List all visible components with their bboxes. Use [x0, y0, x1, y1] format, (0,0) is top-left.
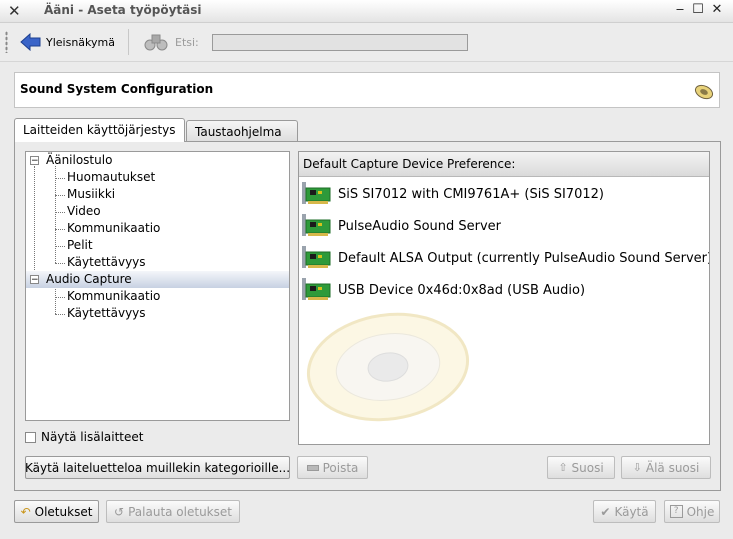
tree-guide-2: [55, 285, 56, 314]
tree-item-label: Musiikki: [67, 187, 116, 201]
tree-item-label: Pelit: [67, 238, 93, 252]
defaults-button-label: Oletukset: [34, 504, 93, 519]
device-label: SiS SI7012 with CMI9761A+ (SiS SI7012): [338, 186, 604, 202]
search-input[interactable]: [212, 34, 468, 51]
arrow-up-icon: ⇧: [558, 461, 568, 474]
apply-to-other-categories-label: Käytä laiteluetteloa muillekin kategorio…: [25, 460, 291, 475]
tree-branch: [55, 195, 65, 196]
show-advanced-checkbox-row[interactable]: Näytä lisälaitteet: [25, 430, 143, 444]
device-list[interactable]: Default Capture Device Preference: SiS S…: [298, 151, 710, 445]
device-row[interactable]: PulseAudio Sound Server: [301, 211, 501, 241]
tree-branch: [55, 297, 65, 298]
remove-button[interactable]: Poista: [297, 456, 368, 479]
device-label: USB Device 0x46d:0x8ad (USB Audio): [338, 282, 586, 298]
device-row[interactable]: USB Device 0x46d:0x8ad (USB Audio): [301, 275, 585, 305]
tree-item-audio-output[interactable]: − Äänilostulo: [30, 152, 113, 169]
speaker-icon: [694, 84, 714, 100]
remove-button-label: Poista: [322, 460, 359, 475]
search-label: Etsi:: [175, 36, 199, 49]
window-title: Ääni - Aseta työpöytäsi: [44, 3, 202, 17]
apply-to-other-categories-button[interactable]: Käytä laiteluetteloa muillekin kategorio…: [25, 456, 290, 479]
tree-branch: [55, 229, 65, 230]
close-button[interactable]: ✕: [709, 2, 725, 18]
tools-icon[interactable]: ✕: [8, 3, 21, 19]
tree-item-capture-accessibility[interactable]: Käytettävyys: [67, 305, 146, 322]
sound-card-icon: [302, 246, 331, 268]
remove-icon: [306, 464, 319, 471]
device-label: Default ALSA Output (currently PulseAudi…: [338, 250, 710, 266]
device-label: PulseAudio Sound Server: [338, 218, 502, 234]
defer-button-label: Älä suosi: [645, 460, 700, 475]
tree-branch: [55, 314, 65, 315]
overview-button[interactable]: Yleisnäkymä: [20, 31, 115, 53]
tree-item-communication[interactable]: Kommunikaatio: [67, 220, 160, 237]
tree-item-label: Äänilostulo: [46, 153, 113, 167]
binoculars-icon: [144, 32, 168, 52]
tree-item-label: Kommunikaatio: [67, 289, 161, 303]
tree-item-games[interactable]: Pelit: [67, 237, 93, 254]
defaults-button[interactable]: ↶ Oletukset: [14, 500, 99, 523]
toolbar-grip[interactable]: [5, 31, 8, 53]
category-tree[interactable]: − Äänilostulo Huomautukset Musiikki Vide…: [25, 151, 290, 421]
undo-icon: ↶: [20, 504, 31, 519]
tree-item-audio-capture[interactable]: − Audio Capture: [26, 271, 289, 288]
tree-item-label: Käytettävyys: [67, 306, 146, 320]
tree-branch: [55, 178, 65, 179]
arrow-down-icon: ⇩: [632, 461, 642, 474]
tree-guide-root: [34, 166, 35, 280]
tree-item-label: Video: [67, 204, 101, 218]
toolbar-separator: [128, 29, 129, 55]
module-title: Sound System Configuration: [20, 82, 214, 96]
tree-item-label: Audio Capture: [46, 272, 132, 286]
checkmark-icon: ✔: [600, 504, 611, 519]
tree-item-video[interactable]: Video: [67, 203, 101, 220]
tree-item-label: Käytettävyys: [67, 255, 146, 269]
minimize-button[interactable]: ‒: [672, 2, 688, 18]
help-button-label: Ohje: [686, 504, 715, 519]
tree-item-capture-communication[interactable]: Kommunikaatio: [67, 288, 160, 305]
prefer-button[interactable]: ⇧ Suosi: [547, 456, 615, 479]
maximize-button[interactable]: ☐: [690, 2, 706, 18]
device-row[interactable]: SiS SI7012 with CMI9761A+ (SiS SI7012): [301, 179, 604, 209]
back-arrow-icon: [20, 33, 41, 51]
tree-guide-1: [55, 166, 56, 263]
device-row[interactable]: Default ALSA Output (currently PulseAudi…: [301, 243, 710, 273]
sound-card-icon: [302, 278, 331, 300]
tree-branch: [55, 246, 65, 247]
overview-button-label: Yleisnäkymä: [46, 35, 115, 49]
sound-card-icon: [302, 214, 331, 236]
tab-device-preference-label: Laitteiden käyttöjärjestys: [23, 123, 176, 137]
tree-branch: [55, 212, 65, 213]
tab-device-preference[interactable]: Laitteiden käyttöjärjestys: [14, 118, 185, 142]
module-header: Sound System Configuration: [14, 72, 720, 108]
reset-button[interactable]: ↺ Palauta oletukset: [106, 500, 240, 523]
collapse-icon[interactable]: −: [30, 275, 39, 285]
title-bar: ✕ Ääni - Aseta työpöytäsi ‒ ☐ ✕: [0, 0, 733, 23]
help-icon: ?: [669, 505, 683, 518]
reset-icon: ↺: [114, 504, 125, 519]
show-advanced-label: Näytä lisälaitteet: [41, 430, 144, 444]
tab-backend[interactable]: Taustaohjelma: [186, 120, 298, 143]
tree-item-accessibility[interactable]: Käytettävyys: [67, 254, 146, 271]
device-list-header: Default Capture Device Preference:: [299, 152, 709, 177]
prefer-button-label: Suosi: [571, 460, 604, 475]
tree-item-music[interactable]: Musiikki: [67, 186, 115, 203]
tree-item-notifications[interactable]: Huomautukset: [67, 169, 155, 186]
tree-item-label: Kommunikaatio: [67, 221, 161, 235]
sound-card-icon: [302, 182, 331, 204]
defer-button[interactable]: ⇩ Älä suosi: [621, 456, 711, 479]
tree-branch: [55, 263, 65, 264]
show-advanced-checkbox[interactable]: [25, 431, 36, 443]
speaker-watermark-icon: [306, 312, 470, 422]
collapse-icon[interactable]: −: [30, 156, 39, 166]
tree-item-label: Huomautukset: [67, 170, 156, 184]
reset-button-label: Palauta oletukset: [128, 504, 232, 519]
tab-backend-label: Taustaohjelma: [195, 125, 282, 139]
apply-button[interactable]: ✔ Käytä: [593, 500, 656, 523]
apply-button-label: Käytä: [614, 504, 649, 519]
help-button[interactable]: ? Ohje: [664, 500, 720, 523]
